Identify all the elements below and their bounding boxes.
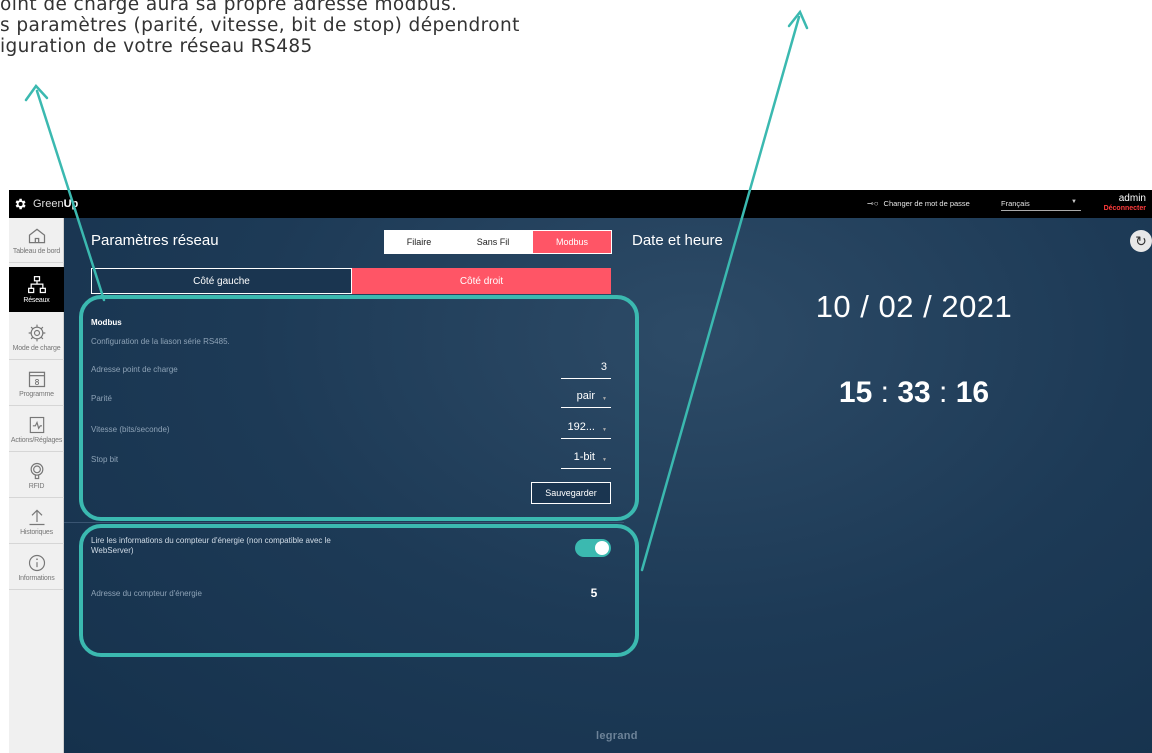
sidebar-item-label: RFID [28, 482, 45, 490]
highlight-modbus-settings [79, 295, 639, 521]
gear-icon [15, 198, 26, 210]
tab-modbus[interactable]: Modbus [533, 231, 611, 253]
time-hours: 15 [838, 376, 873, 409]
sidebar-item-rfid[interactable]: RFID [9, 453, 64, 498]
svg-text:8: 8 [34, 377, 39, 386]
change-password-link[interactable]: ⊸○ Changer de mot de passe [867, 199, 970, 208]
datetime-title: Date et heure [632, 232, 723, 249]
screenshot-root: oint de charge aura sa propre adresse mo… [0, 0, 1152, 753]
time-separator: : [880, 376, 889, 409]
tab-wired[interactable]: Filaire [385, 231, 453, 253]
change-password-label: Changer de mot de passe [883, 199, 970, 208]
gear-icon [28, 324, 45, 341]
highlight-energy-meter [79, 524, 639, 657]
arrowhead-icon [24, 84, 49, 102]
arrowhead-icon [787, 9, 809, 30]
sidebar-item-program[interactable]: 8 Programme [9, 361, 64, 406]
sidebar-item-label: Programme [19, 390, 54, 398]
tab-wireless[interactable]: Sans Fil [454, 231, 532, 253]
logout-link[interactable]: Déconnecter [1104, 204, 1146, 214]
annotation-line: s paramètres (parité, vitesse, bit de st… [0, 15, 520, 36]
section-divider [64, 522, 624, 523]
time-separator: : [939, 376, 948, 409]
sidebar-item-dashboard[interactable]: Tableau de bord [9, 218, 64, 263]
side-selector: Côté gauche Côté droit [91, 268, 611, 294]
language-select[interactable]: Français ▼ [1001, 199, 1081, 211]
annotation-line: iguration de votre réseau RS485 [0, 36, 313, 57]
sidebar-item-label: Historiques [20, 528, 53, 536]
tab-right-side[interactable]: Côté droit [352, 268, 611, 294]
current-time: 15 : 33 : 16 [714, 376, 1114, 410]
sidebar-item-networks[interactable]: Réseaux [9, 267, 64, 312]
sidebar-item-charge-mode[interactable]: Mode de charge [9, 315, 64, 360]
brand-logo[interactable]: Green Up [13, 195, 78, 213]
language-value: Français [1001, 199, 1030, 208]
network-type-tabs: Filaire Sans Fil Modbus [384, 230, 612, 254]
clipboard-icon [29, 416, 44, 433]
legrand-logo: legrand [596, 730, 638, 742]
top-bar: Green Up ⊸○ Changer de mot de passe Franç… [9, 190, 1152, 218]
rfid-icon [30, 462, 43, 479]
sidebar-item-information[interactable]: Informations [9, 545, 64, 590]
refresh-button[interactable]: ↻ [1130, 230, 1152, 252]
annotation-text: oint de charge aura sa propre adresse mo… [0, 0, 520, 57]
user-name: admin [1118, 193, 1146, 204]
sidebar-item-history[interactable]: Historiques [9, 499, 64, 544]
sidebar-item-label: Tableau de bord [12, 247, 61, 255]
upload-icon [29, 509, 44, 525]
current-date: 10 / 02 / 2021 [815, 289, 1013, 324]
tab-left-side[interactable]: Côté gauche [91, 268, 352, 294]
sidebar-item-label: Informations [18, 574, 55, 582]
sidebar: Tableau de bord Réseaux Mode de charge 8… [9, 218, 64, 753]
refresh-icon: ↻ [1135, 232, 1147, 249]
brand-suffix: Up [63, 198, 79, 210]
sidebar-item-label: Actions/Réglages [10, 436, 63, 444]
info-icon [28, 554, 45, 571]
home-icon [28, 228, 45, 243]
sidebar-item-actions[interactable]: Actions/Réglages [9, 407, 64, 452]
time-seconds: 16 [955, 376, 990, 409]
brand-prefix: Green [33, 198, 64, 210]
sidebar-item-label: Mode de charge [12, 344, 61, 352]
key-icon: ⊸○ [867, 199, 879, 208]
time-minutes: 33 [897, 376, 931, 409]
annotation-line: oint de charge aura sa propre adresse mo… [0, 0, 458, 15]
network-settings-title: Paramètres réseau [91, 232, 219, 249]
calendar-icon: 8 [28, 371, 45, 387]
user-menu[interactable]: admin Déconnecter [1104, 194, 1146, 214]
network-icon [27, 276, 46, 294]
chevron-down-icon: ▼ [1071, 199, 1077, 205]
sidebar-item-label: Réseaux [23, 297, 50, 304]
